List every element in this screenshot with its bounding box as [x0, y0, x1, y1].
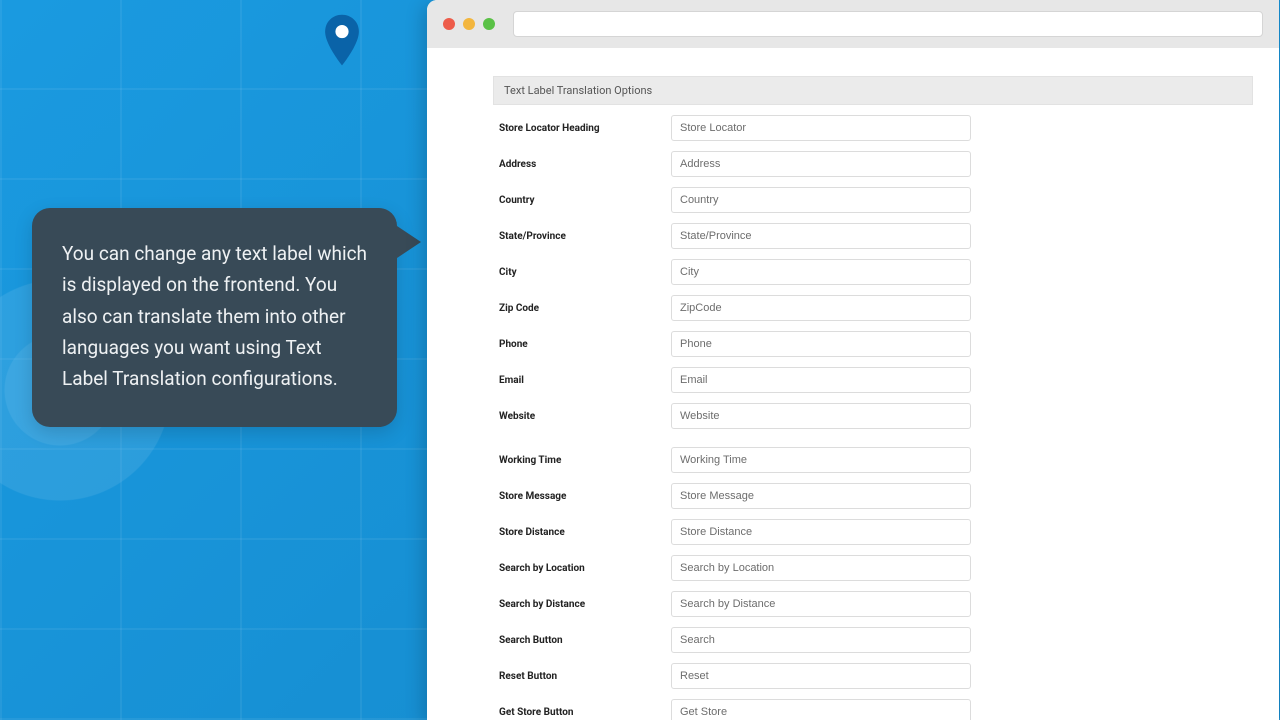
label-phone: Phone — [493, 339, 671, 350]
label-website: Website — [493, 411, 671, 422]
info-callout: You can change any text label which is d… — [32, 208, 397, 427]
input-zip-code[interactable] — [671, 295, 971, 321]
form: Store Locator Heading Address Country State… — [493, 115, 1253, 720]
form-row-store-distance: Store Distance — [493, 519, 1253, 545]
input-search-by-location[interactable] — [671, 555, 971, 581]
label-reset-button: Reset Button — [493, 671, 671, 682]
input-store-locator-heading[interactable] — [671, 115, 971, 141]
panel-title: Text Label Translation Options — [493, 76, 1253, 105]
input-city[interactable] — [671, 259, 971, 285]
form-row-store-locator-heading: Store Locator Heading — [493, 115, 1253, 141]
form-row-zip-code: Zip Code — [493, 295, 1253, 321]
label-store-message: Store Message — [493, 491, 671, 502]
label-get-store-button: Get Store Button — [493, 707, 671, 718]
label-email: Email — [493, 375, 671, 386]
input-working-time[interactable] — [671, 447, 971, 473]
location-pin-icon — [312, 10, 372, 70]
address-bar[interactable] — [513, 11, 1263, 37]
input-address[interactable] — [671, 151, 971, 177]
input-website[interactable] — [671, 403, 971, 429]
form-row-working-time: Working Time — [493, 447, 1253, 473]
label-store-locator-heading: Store Locator Heading — [493, 123, 671, 134]
label-search-button: Search Button — [493, 635, 671, 646]
input-store-distance[interactable] — [671, 519, 971, 545]
browser-window: Text Label Translation Options Store Loc… — [427, 0, 1279, 720]
form-row-search-button: Search Button — [493, 627, 1253, 653]
label-zip-code: Zip Code — [493, 303, 671, 314]
minimize-icon[interactable] — [463, 18, 475, 30]
label-working-time: Working Time — [493, 455, 671, 466]
form-row-phone: Phone — [493, 331, 1253, 357]
input-country[interactable] — [671, 187, 971, 213]
label-search-by-location: Search by Location — [493, 563, 671, 574]
input-reset-button[interactable] — [671, 663, 971, 689]
form-row-country: Country — [493, 187, 1253, 213]
label-state-province: State/Province — [493, 231, 671, 242]
form-row-store-message: Store Message — [493, 483, 1253, 509]
close-icon[interactable] — [443, 18, 455, 30]
browser-titlebar — [427, 0, 1279, 48]
form-row-address: Address — [493, 151, 1253, 177]
form-row-get-store-button: Get Store Button — [493, 699, 1253, 720]
maximize-icon[interactable] — [483, 18, 495, 30]
form-row-state-province: State/Province — [493, 223, 1253, 249]
input-search-button[interactable] — [671, 627, 971, 653]
form-row-search-by-location: Search by Location — [493, 555, 1253, 581]
form-row-website: Website — [493, 403, 1253, 429]
form-row-reset-button: Reset Button — [493, 663, 1253, 689]
input-state-province[interactable] — [671, 223, 971, 249]
input-store-message[interactable] — [671, 483, 971, 509]
form-row-search-by-distance: Search by Distance — [493, 591, 1253, 617]
form-row-email: Email — [493, 367, 1253, 393]
label-address: Address — [493, 159, 671, 170]
input-search-by-distance[interactable] — [671, 591, 971, 617]
label-store-distance: Store Distance — [493, 527, 671, 538]
label-country: Country — [493, 195, 671, 206]
input-phone[interactable] — [671, 331, 971, 357]
input-email[interactable] — [671, 367, 971, 393]
label-city: City — [493, 267, 671, 278]
label-search-by-distance: Search by Distance — [493, 599, 671, 610]
form-row-city: City — [493, 259, 1253, 285]
input-get-store-button[interactable] — [671, 699, 971, 720]
info-callout-text: You can change any text label which is d… — [62, 242, 367, 390]
panel: Text Label Translation Options Store Loc… — [427, 48, 1279, 720]
